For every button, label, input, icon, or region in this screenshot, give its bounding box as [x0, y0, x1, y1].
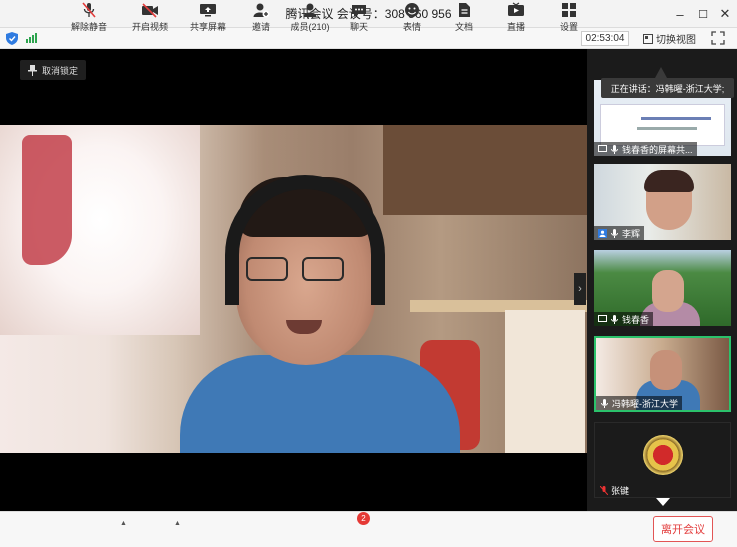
unpin-button[interactable]: 取消锁定 — [20, 60, 87, 80]
docs-label: 文档 — [454, 22, 473, 32]
start-video-button[interactable]: 开启视频 — [132, 2, 169, 36]
members-icon — [303, 3, 317, 17]
chat-unread-badge: 2 — [357, 512, 370, 525]
reaction-button[interactable]: 表情 — [401, 2, 423, 36]
share-screen-label: 共享屏幕 — [190, 22, 227, 32]
participant-tile-lihui[interactable]: 李辉 — [594, 164, 731, 240]
host-icon — [598, 228, 607, 238]
reaction-label: 表情 — [402, 22, 421, 32]
tile-label: 李辉 — [594, 226, 645, 240]
invite-button[interactable]: 邀请 — [250, 2, 272, 36]
scroll-down-arrow-icon[interactable] — [656, 498, 670, 506]
settings-button[interactable]: 设置 — [558, 2, 580, 36]
mic-muted-icon — [82, 2, 96, 18]
settings-label: 设置 — [559, 22, 578, 32]
mic-icon — [610, 228, 619, 238]
switch-view-button[interactable]: 切换视图 — [643, 31, 696, 46]
live-button[interactable]: 直播 — [505, 2, 527, 36]
unmute-button[interactable]: 解除静音 — [71, 2, 108, 36]
screen-share-icon — [598, 315, 607, 324]
unmute-label: 解除静音 — [71, 22, 108, 32]
video-options-caret-icon[interactable]: ▲ — [174, 520, 181, 527]
document-icon — [459, 3, 470, 17]
background-shelf — [383, 125, 587, 215]
add-user-icon — [253, 3, 270, 18]
participant-hair — [644, 170, 694, 192]
participant-name: 冯韩曜-浙江大学 — [612, 398, 678, 409]
tile-label: 钱春香的屏幕共... — [594, 142, 697, 156]
tile-label: 张键 — [595, 483, 633, 497]
participant-name: 李辉 — [622, 228, 641, 239]
docs-button[interactable]: 文档 — [453, 2, 475, 36]
unpin-label: 取消锁定 — [42, 65, 79, 76]
chat-button[interactable]: 聊天 — [348, 2, 370, 36]
mic-muted-icon — [599, 485, 608, 495]
participant-face — [652, 270, 684, 312]
background-cabinet — [505, 310, 585, 453]
live-label: 直播 — [506, 22, 525, 32]
chat-label: 聊天 — [349, 22, 368, 32]
close-button[interactable]: ✕ — [713, 0, 737, 28]
curtain — [22, 135, 72, 265]
main-video-area: 取消锁定 › — [0, 49, 587, 511]
audio-options-caret-icon[interactable]: ▲ — [120, 520, 127, 527]
shared-document — [600, 104, 725, 146]
invite-label: 邀请 — [251, 22, 270, 32]
switch-view-label: 切换视图 — [656, 35, 696, 46]
shield-icon[interactable] — [6, 32, 18, 45]
speaking-indicator: 正在讲话：冯韩曜-浙江大学; — [601, 78, 734, 98]
participant-face — [650, 350, 682, 390]
participant-tile-qianchunxiang[interactable]: 钱春香 — [594, 250, 731, 326]
members-label: 成员(210) — [290, 22, 330, 32]
participant-tile-fenghanyao[interactable]: 冯韩曜-浙江大学 — [594, 336, 731, 412]
mic-icon — [610, 314, 619, 324]
speaker-shirt — [180, 355, 460, 453]
share-screen-button[interactable]: 共享屏幕 — [190, 2, 226, 36]
grid-view-icon — [643, 33, 653, 44]
signal-icon[interactable] — [26, 33, 37, 43]
maximize-button[interactable]: ☐ — [691, 0, 715, 28]
chat-icon — [352, 5, 366, 17]
live-stream-icon — [508, 2, 524, 16]
start-video-label: 开启视频 — [132, 22, 169, 32]
tile-label: 冯韩曜-浙江大学 — [596, 396, 682, 410]
participant-tile-zhangjian[interactable]: 张键 — [594, 422, 731, 498]
participant-name: 钱春香 — [622, 314, 650, 325]
fullscreen-icon[interactable] — [711, 31, 725, 45]
mic-icon — [610, 144, 619, 154]
university-emblem-icon — [643, 435, 683, 475]
speaking-pointer — [655, 67, 667, 78]
collapse-sidebar-button[interactable]: › — [574, 273, 586, 305]
emoji-icon — [405, 3, 419, 17]
meeting-timer: 02:53:04 — [581, 31, 629, 46]
tile-label: 钱春香 — [594, 312, 654, 326]
participant-name: 张键 — [611, 485, 630, 496]
glasses — [246, 257, 346, 283]
minimize-button[interactable]: – — [668, 0, 692, 28]
members-button[interactable]: 成员(210) — [290, 2, 330, 36]
screen-share-icon — [598, 145, 607, 154]
mic-icon — [600, 398, 609, 408]
active-speaker-video[interactable] — [0, 125, 587, 453]
pin-icon — [28, 64, 37, 76]
camera-off-icon — [142, 3, 158, 18]
leave-meeting-button[interactable]: 离开会议 — [653, 516, 713, 542]
share-screen-icon — [200, 4, 216, 17]
settings-grid-icon — [562, 3, 576, 17]
participant-name: 钱春香的屏幕共... — [622, 144, 693, 155]
